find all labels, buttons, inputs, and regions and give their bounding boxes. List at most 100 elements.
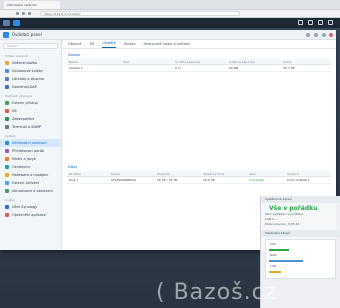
sidebar-item-icon [5, 213, 9, 217]
monitor-label: RAM [270, 253, 277, 257]
sidebar-item[interactable]: Externí zařízení [0, 179, 61, 187]
column-header[interactable]: Skladový fond [201, 172, 247, 176]
column-header[interactable]: Využitá kapacita [173, 60, 227, 64]
dsm-desktop: Ovládací panel Hledat Sdílení souborů Sdí… [0, 18, 340, 308]
sidebar-item-label: Sdílená složka [12, 61, 37, 65]
column-header[interactable]: Celková kapacita [227, 60, 281, 64]
table-row[interactable]: Svazek 1 0 % 50 MB 35.7 TB [67, 65, 331, 72]
table-row[interactable]: Disk 1 ST18000NM000J 16 TB / 18 TB 16.4 TB V… [67, 177, 331, 184]
taskbar [0, 18, 340, 28]
sidebar-item[interactable]: Síť [0, 107, 61, 115]
sidebar-item[interactable]: Přihlašovací portál [0, 147, 61, 155]
sidebar-item-icon [5, 69, 9, 73]
sidebar-item[interactable]: Zabezpečení [0, 115, 61, 123]
table-cell: 16.4 TB [203, 178, 215, 182]
help-button[interactable] [306, 33, 310, 37]
column-header[interactable]: Stav [247, 172, 285, 176]
sidebar-item-icon [5, 101, 9, 105]
sidebar-list: Sdílení souborů Sdílená složka Souborové s… [0, 51, 61, 219]
sidebar-search-input[interactable]: Hledat [3, 43, 58, 49]
window-titlebar[interactable]: Ovládací panel [0, 30, 336, 40]
sidebar-group-label: Systém [5, 134, 17, 138]
cpu-bar [269, 249, 289, 251]
reload-icon[interactable] [28, 12, 31, 15]
sidebar-item-label: Externí přístup [12, 101, 38, 105]
table-cell: V pořádku [249, 178, 265, 182]
sidebar-item-icon [5, 85, 9, 89]
column-header[interactable]: Kapacita [155, 172, 201, 176]
sidebar-group-label: Sdílení souborů [5, 54, 29, 58]
sidebar-item-label: Účet Synology [12, 205, 38, 209]
table-cell: 0 % [175, 66, 181, 70]
tab[interactable]: Úložiště [102, 41, 116, 48]
sidebar-item-label: Souborové služby [12, 69, 43, 73]
ram-bar [269, 260, 303, 262]
table-cell: 16 TB / 18 TB [157, 178, 178, 182]
sidebar-item-icon [5, 189, 9, 193]
column-header[interactable]: Název [67, 60, 121, 64]
address-bar[interactable]: https://192.0.2.11:5001/ [40, 11, 240, 16]
tab-bar: Obecné Síť Úložiště Služba Analytické údaje … [62, 40, 336, 49]
tab[interactable]: Analytické údaje o zařízení [143, 42, 190, 48]
sidebar-item-icon [5, 165, 9, 169]
sidebar-item[interactable]: Uživatel a skupina [0, 75, 61, 83]
maximize-button[interactable] [322, 33, 326, 37]
sidebar-item[interactable]: Hardware a napájení [0, 171, 61, 179]
browser-tab[interactable]: Informační centrum [4, 0, 60, 9]
browser-tab-strip: Informační centrum [0, 0, 340, 10]
column-header[interactable]: Stav [121, 60, 173, 64]
sidebar-item-label: Oznámení [12, 165, 30, 169]
sidebar-item-icon [5, 109, 9, 113]
sidebar-item-label: Oprávnění aplikace [12, 213, 46, 217]
notifications-icon[interactable] [298, 20, 303, 25]
sidebar-item[interactable]: Aktualizace a obnovení [0, 187, 61, 195]
sidebar-item-icon [5, 125, 9, 129]
column-header[interactable]: Model [109, 172, 155, 176]
tab[interactable]: Síť [89, 42, 94, 48]
minimize-button[interactable] [314, 33, 318, 37]
sidebar-group-label: Možnosti připojení [5, 94, 33, 98]
monitor-label: CPU [270, 242, 277, 246]
sidebar-item-label: Externí zařízení [12, 181, 40, 185]
search-icon[interactable] [318, 20, 323, 25]
sidebar-item-label: Informační centrum [12, 141, 47, 145]
column-header[interactable]: Alokace [285, 172, 331, 176]
user-icon[interactable] [308, 20, 313, 25]
widget-header: Systémové zdraví [261, 196, 340, 203]
control-panel-taskbar-icon[interactable] [13, 20, 20, 26]
back-icon[interactable] [16, 12, 19, 15]
sidebar-item-label: Uživatel a skupina [12, 77, 44, 81]
sidebar-item[interactable]: Místní a jazyk [0, 155, 61, 163]
sidebar-item[interactable]: Sdílená složka [0, 59, 61, 67]
widgets-icon[interactable] [328, 20, 333, 25]
sidebar-item-icon [5, 157, 9, 161]
sidebar-group-label: Služby [5, 198, 15, 202]
sidebar-item[interactable]: Doména/LDAP [0, 83, 61, 91]
tab[interactable]: Obecné [68, 42, 81, 48]
sidebar-item[interactable]: Informační centrum [0, 139, 61, 147]
sidebar-item[interactable]: Externí přístup [0, 99, 61, 107]
watermark: ( Bazoš.cz [156, 280, 278, 305]
sidebar-item[interactable]: Souborové služby [0, 67, 61, 75]
lan-bar [269, 271, 281, 273]
sidebar-item-icon [5, 149, 9, 153]
widget-row: Doba provozu: 0:05:44 [265, 222, 300, 226]
main-menu-icon[interactable] [3, 20, 10, 26]
forward-icon[interactable] [22, 12, 25, 15]
sidebar-item-icon [5, 205, 9, 209]
sidebar-item-icon [5, 141, 9, 145]
column-header[interactable]: ID disku [67, 172, 109, 176]
sidebar-item[interactable]: Oznámení [0, 163, 61, 171]
sidebar-item[interactable]: Účet Synology [0, 203, 61, 211]
monitor-label: LAN [270, 264, 277, 268]
tab[interactable]: Služba [124, 42, 136, 48]
sidebar-item[interactable]: Oprávnění aplikace [0, 211, 61, 219]
disk-table: ID disku Model Kapacita Skladový fond Stav Al… [67, 171, 331, 184]
sidebar-item[interactable]: Terminál a SNMP [0, 123, 61, 131]
sidebar: Hledat Sdílení souborů Sdílená složka Soub… [0, 40, 62, 250]
close-button[interactable] [329, 33, 333, 37]
sidebar-item-label: Terminál a SNMP [12, 125, 42, 129]
sidebar-item-icon [5, 181, 9, 185]
sidebar-item-icon [5, 61, 9, 65]
column-header[interactable]: Volná [281, 60, 331, 64]
